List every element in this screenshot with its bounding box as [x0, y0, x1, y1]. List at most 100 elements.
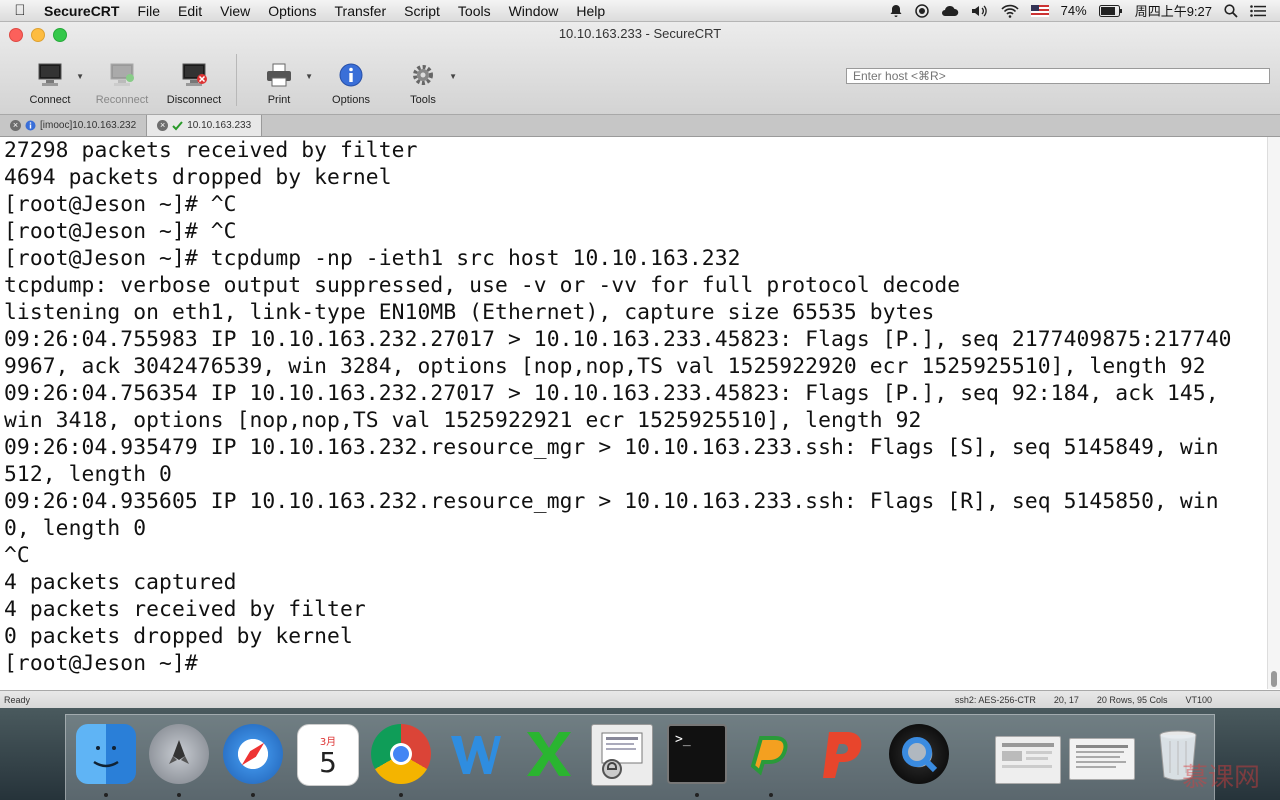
battery-icon[interactable] — [1098, 4, 1123, 17]
print-label: Print — [267, 94, 291, 106]
options-label: Options — [332, 94, 370, 106]
menu-options[interactable]: Options — [259, 3, 325, 19]
tab-session-233[interactable]: × 10.10.163.233 — [147, 115, 263, 136]
disconnect-icon — [180, 62, 208, 88]
terminal-app-prompt: >_ — [675, 732, 691, 747]
terminal-line: 4 packets received by filter — [4, 597, 366, 622]
menu-app-name[interactable]: SecureCRT — [40, 3, 128, 19]
record-icon[interactable] — [914, 3, 929, 18]
terminal-line: 4 packets captured — [4, 570, 237, 595]
clock[interactable]: 周四上午9:27 — [1135, 1, 1212, 20]
running-indicator — [104, 793, 108, 797]
terminal-line: [root@Jeson ~]# tcpdump -np -ieth1 src h… — [4, 246, 741, 271]
print-dropdown-icon[interactable]: ▼ — [305, 72, 313, 81]
running-indicator — [769, 793, 773, 797]
calendar-icon[interactable]: 3月 5 — [297, 724, 359, 786]
status-ready: Ready — [4, 694, 31, 705]
menu-file[interactable]: File — [128, 3, 169, 19]
terminal-line: 09:26:04.756354 IP 10.10.163.232.27017 >… — [4, 381, 1219, 406]
close-tab-icon[interactable]: × — [157, 120, 169, 131]
connect-label: Connect — [29, 94, 71, 106]
terminal-line: 0, length 0 — [4, 516, 147, 541]
finder-icon[interactable] — [76, 724, 136, 784]
terminal-line: 4694 packets dropped by kernel — [4, 165, 392, 190]
word-icon[interactable] — [445, 724, 505, 784]
menu-window[interactable]: Window — [500, 3, 568, 19]
scrollbar-thumb[interactable] — [1271, 671, 1277, 687]
terminal-line: 27298 packets received by filter — [4, 138, 418, 163]
terminal-line: 512, length 0 — [4, 462, 172, 487]
menu-view[interactable]: View — [211, 3, 259, 19]
wifi-icon[interactable] — [1001, 4, 1019, 18]
battery-percent[interactable]: 74% — [1061, 3, 1087, 18]
status-cipher: ssh2: AES-256-CTR — [954, 694, 1036, 705]
volume-icon[interactable] — [971, 4, 989, 18]
input-source-flag-icon[interactable] — [1030, 4, 1049, 17]
connect-icon — [36, 62, 64, 88]
options-button[interactable]: Options — [315, 48, 387, 106]
menu-tools[interactable]: Tools — [449, 3, 500, 19]
disconnect-label: Disconnect — [166, 94, 222, 106]
reconnect-button[interactable]: Reconnect — [86, 48, 158, 106]
powerpoint-icon[interactable] — [815, 724, 875, 784]
running-indicator — [695, 793, 699, 797]
pycharm-icon[interactable] — [741, 724, 801, 784]
menu-edit[interactable]: Edit — [169, 3, 211, 19]
document-stack-icon[interactable] — [995, 736, 1061, 784]
status-menus: 74% 周四上午9:27 — [889, 1, 1280, 20]
session-info-icon — [25, 120, 36, 131]
terminal-line: 09:26:04.935479 IP 10.10.163.232.resourc… — [4, 435, 1219, 460]
title-bar: 10.10.163.233 - SecureCRT Connect ▼ Reco… — [0, 22, 1280, 115]
menu-transfer[interactable]: Transfer — [326, 3, 396, 19]
disconnect-button[interactable]: Disconnect — [158, 48, 230, 106]
excel-icon[interactable] — [519, 724, 579, 784]
window-title: 10.10.163.233 - SecureCRT — [558, 26, 722, 41]
connect-dropdown-icon[interactable]: ▼ — [76, 72, 84, 81]
print-button[interactable]: Print ▼ — [243, 48, 315, 106]
tools-label: Tools — [410, 94, 436, 106]
terminal-line: 09:26:04.935605 IP 10.10.163.232.resourc… — [4, 489, 1219, 514]
printer-icon — [265, 62, 293, 88]
menu-help[interactable]: Help — [567, 3, 614, 19]
tab-session-232[interactable]: × [imooc]10.10.163.232 — [0, 115, 148, 136]
safari-icon[interactable] — [223, 724, 283, 784]
status-cursor-position: 20, 17 — [1053, 694, 1079, 705]
tools-button[interactable]: Tools ▼ — [387, 48, 459, 106]
notification-icon[interactable] — [889, 4, 903, 18]
watermark-text: 慕课网 — [1181, 763, 1260, 793]
enter-host-input[interactable] — [846, 68, 1270, 84]
info-icon — [337, 62, 365, 88]
notification-center-icon[interactable] — [1250, 4, 1266, 17]
apple-icon[interactable]:  — [0, 2, 40, 19]
terminal-line: [root@Jeson ~]# ^C — [4, 192, 237, 217]
tab-label: 10.10.163.233 — [187, 120, 252, 131]
securecrt-window: 10.10.163.233 - SecureCRT Connect ▼ Reco… — [0, 22, 1280, 708]
toolbar: Connect ▼ Reconnect Disconnect Print ▼ O… — [14, 48, 459, 106]
terminal-line: win 3418, options [nop,nop,TS val 152592… — [4, 408, 922, 433]
terminal-app-icon[interactable]: >_ — [667, 724, 727, 784]
close-tab-icon[interactable]: × — [10, 120, 21, 131]
reconnect-label: Reconnect — [95, 94, 149, 106]
menu-script[interactable]: Script — [395, 3, 449, 19]
spotlight-icon[interactable] — [1224, 3, 1238, 18]
running-indicator — [251, 793, 255, 797]
connect-button[interactable]: Connect ▼ — [14, 48, 86, 106]
screenshot-stack-icon[interactable] — [1069, 738, 1135, 780]
keychain-access-icon[interactable] — [591, 724, 653, 786]
chrome-icon[interactable] — [371, 724, 431, 784]
quicktime-icon[interactable] — [889, 724, 949, 784]
launchpad-icon[interactable] — [149, 724, 209, 784]
status-terminal-size: 20 Rows, 95 Cols — [1096, 694, 1168, 705]
running-indicator — [177, 793, 181, 797]
toolbar-separator — [236, 54, 237, 106]
terminal-output[interactable]: 27298 packets received by filter 4694 pa… — [0, 137, 1268, 689]
terminal-scrollbar[interactable] — [1267, 137, 1280, 689]
running-indicator — [399, 793, 403, 797]
terminal-line: listening on eth1, link-type EN10MB (Eth… — [4, 300, 935, 325]
cloud-icon[interactable] — [941, 4, 959, 18]
terminal-line: tcpdump: verbose output suppressed, use … — [4, 273, 961, 298]
tools-dropdown-icon[interactable]: ▼ — [449, 72, 457, 81]
tab-label: [imooc]10.10.163.232 — [40, 120, 137, 131]
reconnect-icon — [108, 62, 136, 88]
terminal-line: 09:26:04.755983 IP 10.10.163.232.27017 >… — [4, 327, 1232, 352]
